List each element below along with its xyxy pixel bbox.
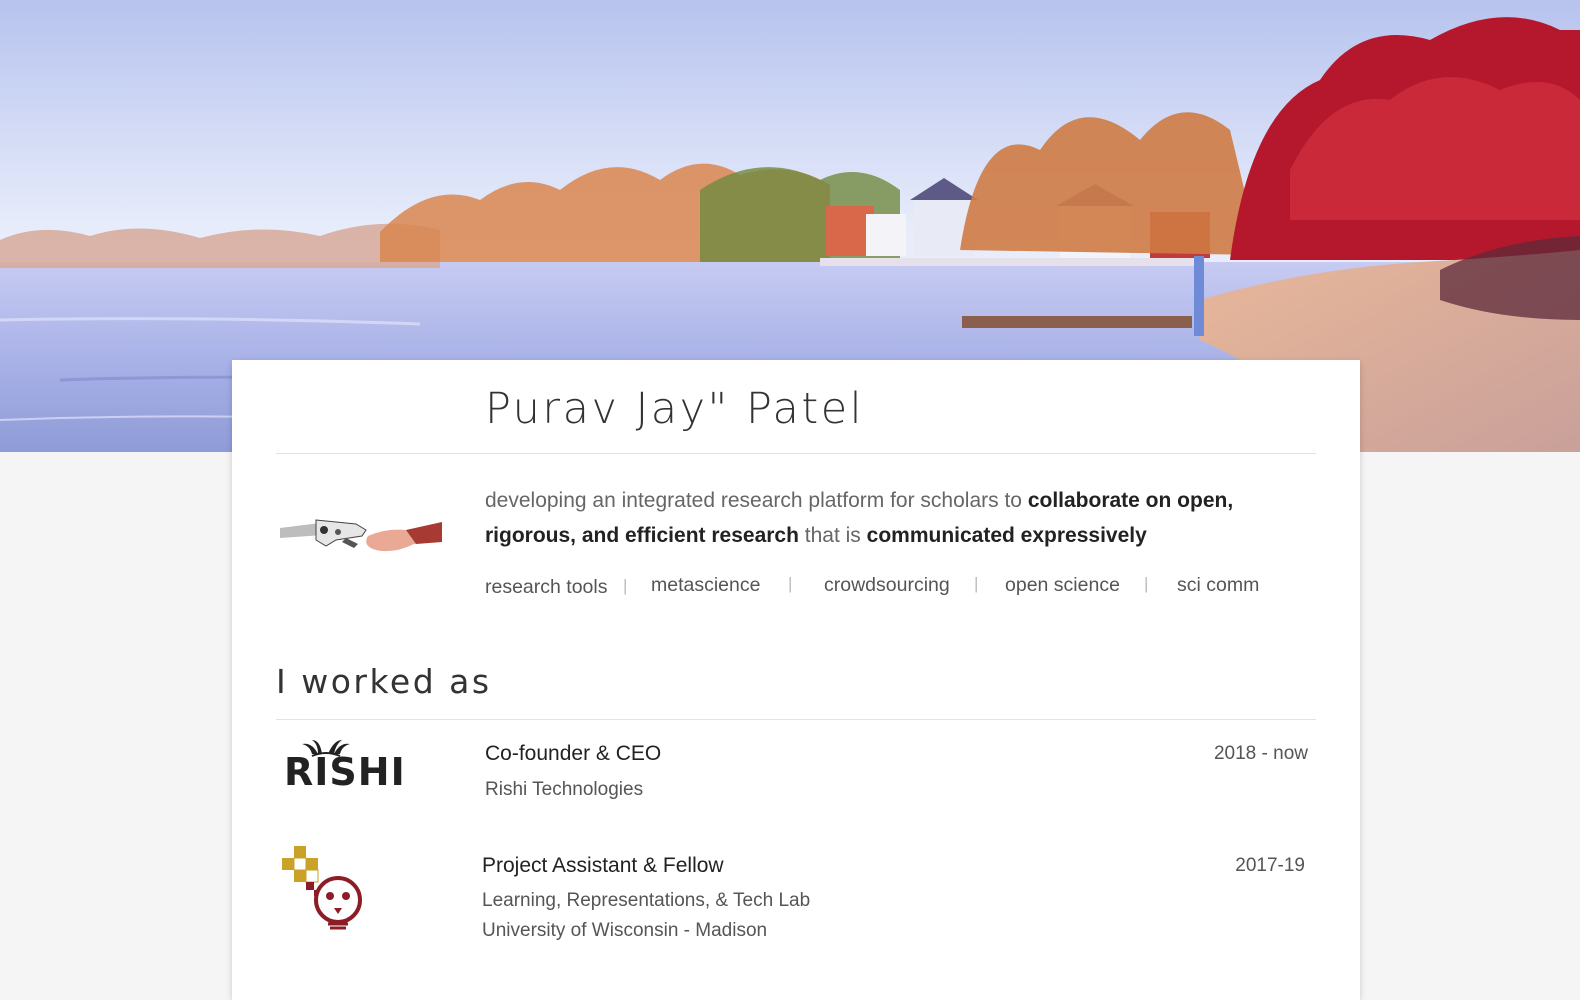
job-org-secondary: University of Wisconsin - Madison	[482, 920, 768, 941]
job-title: Co-founder & CEO	[485, 742, 662, 765]
tag-separator: |	[788, 574, 793, 593]
tag-sci-comm[interactable]: sci comm	[1177, 574, 1259, 597]
handshake-illustration	[280, 519, 442, 552]
divider	[276, 453, 1316, 454]
tagline-bold-2: communicated expressively	[866, 524, 1147, 547]
rishi-logo-text: RISHI	[284, 750, 406, 794]
tag-separator: |	[1144, 574, 1149, 593]
rishi-logo: RISHI	[282, 740, 405, 794]
job-dates: 2018 - now	[1213, 743, 1308, 764]
job-title: Project Assistant & Fellow	[482, 854, 724, 877]
section-heading-experience: I worked as	[276, 662, 492, 701]
tag-separator: |	[974, 574, 979, 593]
tagline-text-1: developing an integrated research platfo…	[485, 489, 1028, 512]
tag-open-science[interactable]: open science	[1005, 574, 1120, 597]
profile-card: Purav Jay" Patel developing an integrate…	[232, 360, 1360, 1000]
tag-crowdsourcing[interactable]: crowdsourcing	[824, 574, 950, 597]
interest-tags: research tools | metascience | crowdsour…	[485, 574, 1365, 604]
job-org: Learning, Representations, & Tech Lab	[482, 890, 811, 911]
divider	[276, 719, 1316, 720]
tag-metascience[interactable]: metascience	[651, 574, 760, 597]
tag-research-tools[interactable]: research tools	[485, 576, 607, 599]
tag-separator: |	[623, 576, 628, 595]
job-dates: 2017-19	[1235, 855, 1305, 876]
tagline-text-2: that is	[798, 524, 867, 547]
profile-name: Purav Jay" Patel	[485, 384, 865, 434]
job-org: Rishi Technologies	[485, 779, 644, 800]
tagline: developing an integrated research platfo…	[485, 483, 1305, 553]
lab-logo-icon	[282, 846, 362, 930]
